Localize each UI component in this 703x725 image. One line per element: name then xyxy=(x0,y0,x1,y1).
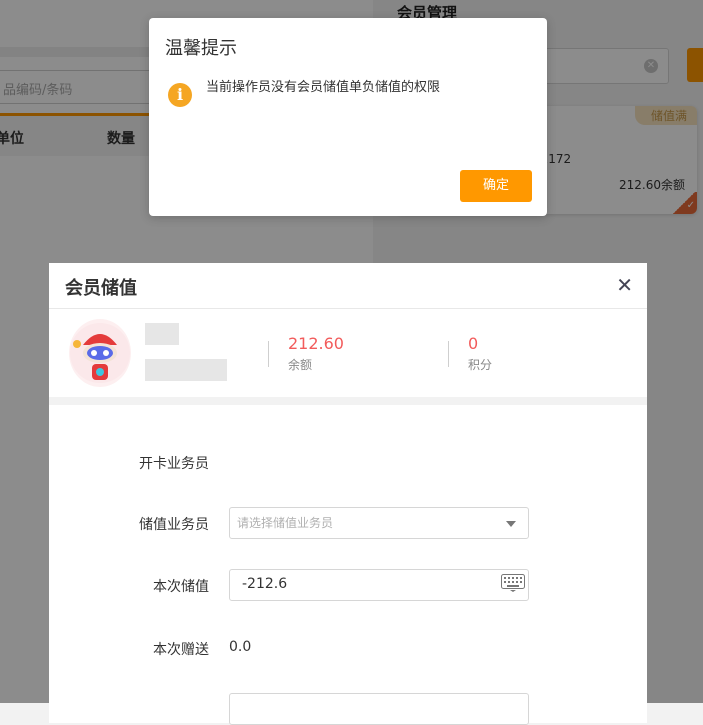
points-value: 0 xyxy=(468,334,479,353)
close-icon[interactable]: ✕ xyxy=(616,273,633,297)
recharge-amount-label: 本次储值 xyxy=(153,579,209,595)
member-name-redacted xyxy=(145,323,179,345)
member-summary: 212.60 余额 0 积分 xyxy=(49,309,647,399)
keyboard-icon[interactable] xyxy=(501,574,525,592)
gift-amount-value: 0.0 xyxy=(229,639,252,655)
info-icon: i xyxy=(168,83,192,107)
section-divider xyxy=(49,397,647,405)
alert-title: 温馨提示 xyxy=(165,38,237,59)
avatar xyxy=(69,319,131,387)
recharge-staff-select[interactable]: 请选择储值业务员 xyxy=(229,507,529,539)
next-field-input[interactable] xyxy=(229,693,529,725)
recharge-amount-value: -212.6 xyxy=(242,576,288,592)
divider xyxy=(268,341,269,367)
points-label: 积分 xyxy=(468,358,493,372)
gift-amount-label: 本次赠送 xyxy=(153,642,209,658)
recharge-staff-label: 储值业务员 xyxy=(139,517,209,533)
confirm-button[interactable]: 确定 xyxy=(460,170,532,202)
recharge-staff-placeholder: 请选择储值业务员 xyxy=(237,516,334,530)
alert-message: 当前操作员没有会员储值单负储值的权限 xyxy=(206,80,441,95)
member-recharge-dialog: 会员储值 ✕ 212.60 余额 0 积分 开卡业务员 储值业务员 请选择储值业… xyxy=(49,263,647,725)
divider xyxy=(448,341,449,367)
member-phone-redacted xyxy=(145,359,227,381)
recharge-amount-input[interactable]: -212.6 xyxy=(229,569,529,601)
dialog-header: 会员储值 ✕ xyxy=(49,263,647,309)
balance-value: 212.60 xyxy=(288,334,344,353)
dialog-title: 会员储值 xyxy=(65,278,137,299)
open-card-staff-label: 开卡业务员 xyxy=(139,456,209,472)
avatar-mascot-icon xyxy=(70,323,130,383)
alert-dialog: 温馨提示 i 当前操作员没有会员储值单负储值的权限 确定 xyxy=(149,18,547,216)
chevron-down-icon xyxy=(506,521,516,527)
balance-label: 余额 xyxy=(288,358,313,372)
